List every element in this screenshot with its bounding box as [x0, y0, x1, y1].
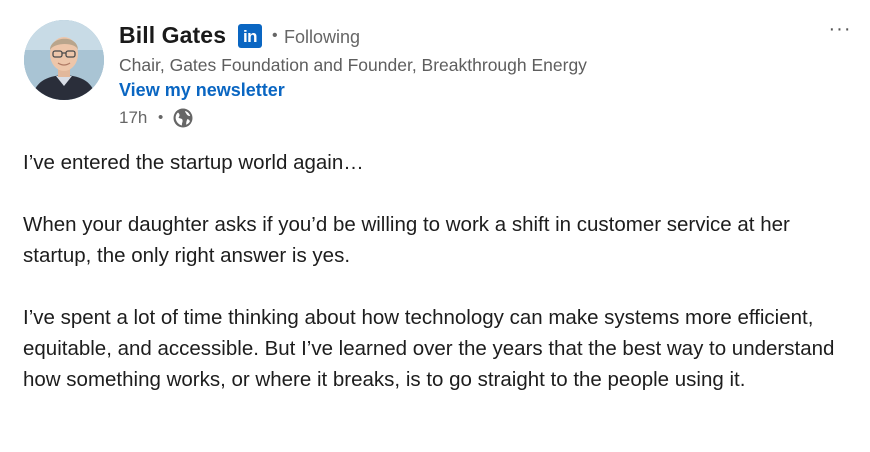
- post-paragraph: I’ve spent a lot of time thinking about …: [23, 306, 835, 391]
- post-paragraph: When your daughter asks if you’d be will…: [23, 213, 790, 267]
- post-body: I’ve entered the startup world again… Wh…: [23, 147, 863, 395]
- post-paragraph: I’ve entered the startup world again…: [23, 151, 364, 174]
- author-name[interactable]: Bill Gates: [119, 22, 226, 49]
- separator-dot: •: [272, 27, 278, 44]
- globe-icon: [172, 107, 194, 129]
- view-newsletter-link[interactable]: View my newsletter: [119, 80, 285, 101]
- author-headline: Chair, Gates Foundation and Founder, Bre…: [119, 55, 587, 75]
- feed-post: Bill Gates in • Following Chair, Gates F…: [0, 0, 870, 452]
- author-avatar[interactable]: [24, 20, 104, 100]
- linkedin-premium-badge-icon: in: [238, 24, 262, 48]
- more-options-icon[interactable]: ···: [822, 16, 858, 42]
- post-timestamp: 17h: [119, 108, 148, 127]
- follow-status[interactable]: Following: [284, 27, 360, 48]
- separator-dot: •: [158, 109, 164, 126]
